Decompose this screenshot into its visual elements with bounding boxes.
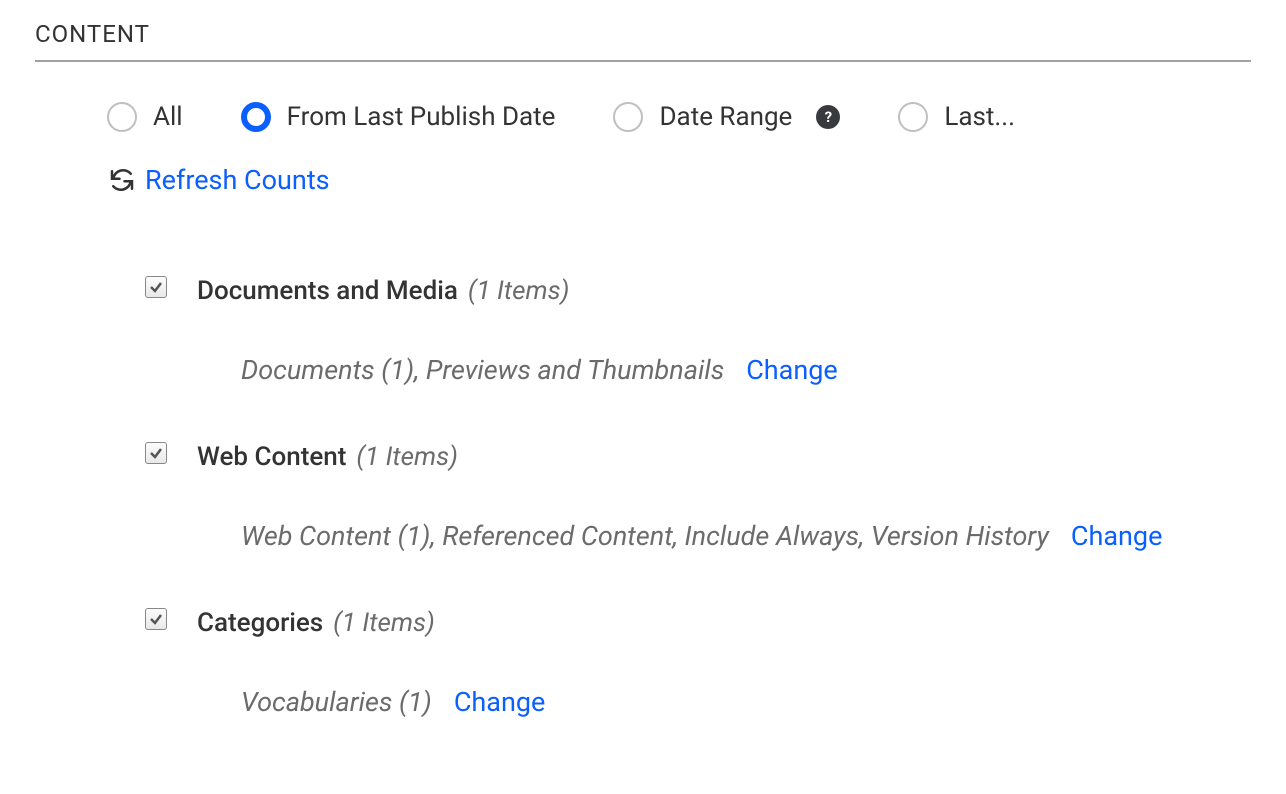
content-item-count: (1 Items) — [468, 276, 570, 306]
checkbox[interactable] — [145, 442, 167, 464]
radio-from-last-publish[interactable]: From Last Publish Date — [241, 102, 556, 132]
content-item-detail-row: Vocabularies (1) Change — [145, 686, 1251, 718]
refresh-counts[interactable]: Refresh Counts — [35, 164, 1251, 196]
content-item-categories: Categories (1 Items) Vocabularies (1) Ch… — [145, 608, 1251, 718]
radio-label: From Last Publish Date — [287, 102, 556, 132]
radio-icon — [898, 102, 928, 132]
content-item-detail-row: Documents (1), Previews and Thumbnails C… — [145, 354, 1251, 386]
checkbox[interactable] — [145, 276, 167, 298]
content-item-count: (1 Items) — [333, 608, 435, 638]
radio-icon — [107, 102, 137, 132]
content-item-name: Web Content — [197, 442, 346, 472]
content-item-web-content: Web Content (1 Items) Web Content (1), R… — [145, 442, 1251, 552]
content-item-documents-media: Documents and Media (1 Items) Documents … — [145, 276, 1251, 386]
radio-icon-selected — [241, 102, 271, 132]
refresh-link[interactable]: Refresh Counts — [145, 164, 330, 196]
change-link[interactable]: Change — [746, 354, 838, 386]
section-title: CONTENT — [35, 20, 1251, 60]
checkbox[interactable] — [145, 608, 167, 630]
radio-icon — [613, 102, 643, 132]
content-item-detail-row: Web Content (1), Referenced Content, Inc… — [145, 520, 1251, 552]
content-item-detail: Web Content (1), Referenced Content, Inc… — [241, 520, 1049, 552]
content-item-count: (1 Items) — [356, 442, 458, 472]
radio-label: Date Range — [659, 102, 792, 132]
section-divider — [35, 60, 1251, 62]
content-item-name: Documents and Media — [197, 276, 458, 306]
help-icon[interactable]: ? — [816, 105, 840, 129]
content-item-header: Web Content (1 Items) — [145, 442, 1251, 472]
radio-label: Last... — [944, 102, 1015, 132]
refresh-icon — [107, 165, 137, 195]
radio-last[interactable]: Last... — [898, 102, 1015, 132]
filter-radio-group: All From Last Publish Date Date Range ? … — [35, 102, 1251, 132]
content-items-list: Documents and Media (1 Items) Documents … — [35, 276, 1251, 718]
change-link[interactable]: Change — [454, 686, 546, 718]
content-item-detail: Vocabularies (1) — [241, 686, 432, 718]
content-item-name: Categories — [197, 608, 323, 638]
radio-date-range[interactable]: Date Range ? — [613, 102, 840, 132]
radio-all[interactable]: All — [107, 102, 183, 132]
change-link[interactable]: Change — [1071, 520, 1163, 552]
content-item-header: Documents and Media (1 Items) — [145, 276, 1251, 306]
content-item-detail: Documents (1), Previews and Thumbnails — [241, 354, 724, 386]
content-item-header: Categories (1 Items) — [145, 608, 1251, 638]
radio-label: All — [153, 102, 183, 132]
